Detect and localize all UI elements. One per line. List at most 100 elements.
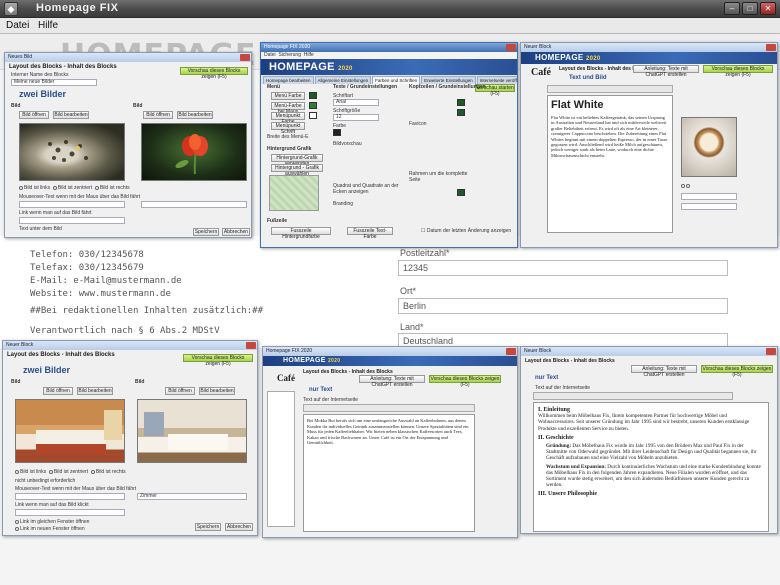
link-input[interactable] xyxy=(19,217,125,224)
radio-left[interactable] xyxy=(15,469,19,474)
section-text: Willkommen beim Möbelhaus Fix, Ihrem kom… xyxy=(538,413,750,432)
choose-background-button[interactable]: Hintergrund - Grafik auswählen xyxy=(271,164,323,177)
close-icon[interactable] xyxy=(506,44,516,51)
postal-code-field[interactable]: 12345 xyxy=(398,260,728,276)
tab-colors[interactable]: Farben und Schriften xyxy=(372,76,421,84)
radio-center[interactable] xyxy=(52,185,57,190)
text-editor[interactable]: Bei Mokka Bui berufs sich um eine umfang… xyxy=(303,414,475,532)
menu-hover-color-button[interactable]: Menü-Farbe bei Maus xyxy=(271,102,305,115)
footer-text-button[interactable]: Fusszeile Text-Farbe xyxy=(347,227,393,240)
link-input[interactable] xyxy=(681,203,737,210)
preview-button[interactable]: Vorschau dieses Blocks zeigen (F5) xyxy=(180,67,248,80)
menu-width-label: Breite des Menü-E xyxy=(267,134,309,140)
menu-datei[interactable]: Datei xyxy=(6,20,29,31)
open-image-button[interactable]: Bild öffnen xyxy=(19,111,49,119)
radio-right[interactable] xyxy=(94,185,99,190)
footer-bg-button[interactable]: Fusszeile Hintergrundfarbe xyxy=(271,227,331,240)
close-icon[interactable] xyxy=(506,348,516,355)
editor-toolbar[interactable] xyxy=(533,392,733,400)
rich-text-window: Neuer Block Layout des Blocks - Inhalt d… xyxy=(520,346,778,534)
save-button[interactable]: Speichern xyxy=(193,228,219,236)
cancel-button[interactable]: Abbrechen xyxy=(222,228,250,236)
menuitem-color-button[interactable]: Menüpunkt Farbe xyxy=(271,112,305,125)
mouseover-input[interactable] xyxy=(141,201,247,208)
color-swatch[interactable] xyxy=(309,102,317,109)
open-image-button[interactable]: Bild öffnen xyxy=(43,387,73,395)
footer-label: Fußzeile xyxy=(267,218,288,224)
country-field[interactable]: Deutschland xyxy=(398,333,728,347)
menu-color-button[interactable]: Menü Farbe xyxy=(271,92,305,100)
window-titlebar: Homepage FIX 2020 xyxy=(263,347,517,356)
mouseover-input[interactable] xyxy=(19,201,125,208)
radio-right[interactable] xyxy=(90,469,95,474)
city-field[interactable]: Berlin xyxy=(398,298,728,314)
tab-advanced[interactable]: Erweiterte Einstellungen xyxy=(421,76,476,84)
mouseover-label: Mouseover-Text wenn mit der Maus über da… xyxy=(15,486,137,492)
link-input[interactable] xyxy=(15,509,125,516)
edit-image-button[interactable]: Bild bearbeiten xyxy=(77,387,113,395)
frame-label: Rahmen um die komplette Seite xyxy=(409,171,468,183)
menuitem-font-button[interactable]: Menüpunkt Schrift xyxy=(271,122,305,135)
tab-edit[interactable]: Homepage bearbeiten xyxy=(263,76,314,84)
minimize-icon[interactable]: – xyxy=(724,2,740,15)
preview-button[interactable]: Vorschau dieses Blocks zeigen (F5) xyxy=(701,365,773,378)
radio-center[interactable] xyxy=(48,469,53,474)
open-image-button[interactable]: Bild öffnen xyxy=(165,387,195,395)
bedroom-shapes xyxy=(144,412,228,450)
color-swatch[interactable] xyxy=(457,189,465,196)
radio-right[interactable] xyxy=(686,183,690,188)
menu-hilfe[interactable]: Hilfe xyxy=(38,20,58,31)
chatgpt-button[interactable]: Anleitung: Texte mit ChatGPT erstellen xyxy=(359,375,425,388)
maximize-icon[interactable]: □ xyxy=(742,2,758,15)
radio-new-window[interactable] xyxy=(15,526,19,531)
edit-image-button[interactable]: Bild bearbeiten xyxy=(53,111,89,119)
menu-sicherung[interactable]: Sicherung xyxy=(278,52,301,58)
save-button[interactable]: Speichern xyxy=(195,523,221,531)
size-select[interactable]: 12 xyxy=(333,114,379,121)
open-image-button[interactable]: Bild öffnen xyxy=(143,111,173,119)
menu-datei[interactable]: Datei xyxy=(264,52,276,58)
mouseover-input[interactable] xyxy=(681,193,737,200)
preview-button[interactable]: Vorschau dieses Blocks zeigen (F5) xyxy=(703,65,773,78)
close-icon[interactable] xyxy=(766,44,776,51)
text-editor[interactable]: I. Einleitung Willkommen beim Möbelhaus … xyxy=(533,402,769,532)
font-select[interactable]: Arial xyxy=(333,99,379,106)
color-swatch[interactable] xyxy=(457,99,465,106)
edit-image-button[interactable]: Bild bearbeiten xyxy=(177,111,213,119)
color-swatch[interactable] xyxy=(309,92,317,99)
radio-same-window[interactable] xyxy=(15,519,19,524)
radio-left[interactable] xyxy=(681,183,685,188)
mouseover-input[interactable] xyxy=(15,493,125,500)
article-title: Flat White xyxy=(551,99,604,111)
text-editor[interactable]: Flat White Flat White ist ein beliebtes … xyxy=(547,95,673,233)
tab-publish[interactable]: Internetseite veröffentlichen xyxy=(476,76,517,84)
chatgpt-button[interactable]: Anleitung: Texte mit ChatGPT erstellen xyxy=(631,365,697,378)
use-background-button[interactable]: Hintergrund-Grafik verwenden xyxy=(271,154,323,167)
block-name-input[interactable]: Meine neue Bilder xyxy=(11,79,97,86)
brand-banner: HOMEPAGE 2020 xyxy=(521,52,777,64)
radio-right-label: Bild ist rechts xyxy=(99,185,130,191)
chatgpt-button[interactable]: Anleitung: Texte mit ChatGPT erstellen xyxy=(633,65,699,78)
preview-button[interactable]: Vorschau dieses Blocks zeigen (F5) xyxy=(183,354,253,367)
close-icon[interactable] xyxy=(766,348,776,355)
dialog-heading: Layout des Blocks - Inhalt des Blocks xyxy=(525,358,615,364)
preview-button[interactable]: Vorschau dieses Blocks zeigen (F5) xyxy=(429,375,501,388)
editor-toolbar[interactable] xyxy=(547,85,673,93)
color-swatch[interactable] xyxy=(309,112,317,119)
tab-general[interactable]: Allgemeine Einstellungen xyxy=(314,76,372,84)
corners-option[interactable]: Quadrat und Quadrate an der Ecken anzeig… xyxy=(333,183,401,195)
close-icon[interactable] xyxy=(246,342,256,349)
editor-toolbar[interactable] xyxy=(303,404,475,412)
cancel-button[interactable]: Abbrechen xyxy=(225,523,253,531)
color-swatch[interactable] xyxy=(457,109,465,116)
radio-left[interactable] xyxy=(19,185,23,190)
edit-image-button[interactable]: Bild bearbeiten xyxy=(199,387,235,395)
close-icon[interactable]: ✕ xyxy=(760,2,776,15)
color-swatch[interactable] xyxy=(333,129,341,136)
mouseover-input[interactable]: Zimmer xyxy=(137,493,247,500)
last-change-option[interactable]: ☐ Datum der letzten Änderung anzeigen xyxy=(421,228,511,234)
link-options: Link im neuen Fenster öffnen xyxy=(15,526,85,532)
page-tree[interactable] xyxy=(267,391,295,527)
menu-hilfe[interactable]: Hilfe xyxy=(304,52,314,58)
close-icon[interactable] xyxy=(240,54,250,61)
